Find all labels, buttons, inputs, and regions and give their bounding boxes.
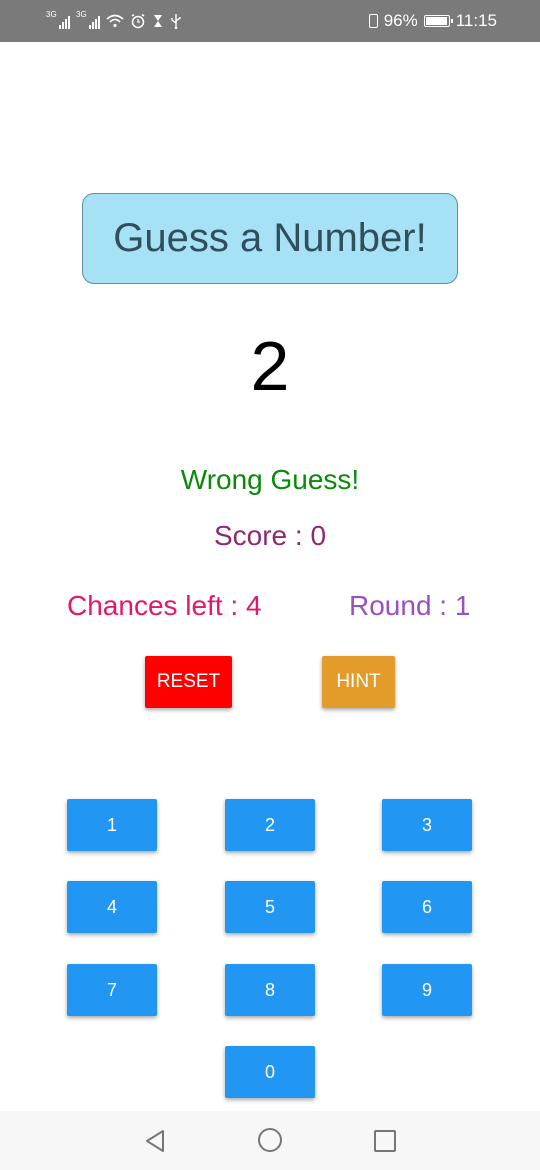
clock: 11:15 (455, 11, 497, 30)
key-2-button[interactable]: 2 (225, 799, 315, 851)
page-title: Guess a Number! (113, 216, 427, 260)
status-left: 3G 3G (46, 0, 182, 42)
key-4-button[interactable]: 4 (67, 881, 157, 933)
key-9-button[interactable]: 9 (382, 964, 472, 1016)
battery-percent: 96% (383, 11, 418, 30)
title-card: Guess a Number! (82, 193, 458, 284)
key-3-button[interactable]: 3 (382, 799, 472, 851)
key-6-button[interactable]: 6 (382, 881, 472, 933)
recent-apps-icon[interactable] (374, 1130, 396, 1152)
wifi-icon (106, 14, 124, 28)
status-bar: 3G 3G 96% 11:15 (0, 0, 540, 42)
key-5-button[interactable]: 5 (225, 881, 315, 933)
status-right: 96% 11:15 (368, 0, 497, 42)
signal-icon: 3G (76, 10, 100, 29)
battery-icon (423, 15, 453, 27)
feedback-message: Wrong Guess! (180, 464, 360, 495)
chances-left-label: Chances left : 4 (67, 590, 262, 621)
hint-button[interactable]: HINT (322, 656, 395, 708)
key-0-button[interactable]: 0 (225, 1046, 315, 1098)
navigation-bar (0, 1111, 540, 1170)
back-icon[interactable] (144, 1129, 166, 1153)
current-guess-display: 2 (250, 327, 290, 405)
signal-label: 3G (46, 10, 57, 19)
key-8-button[interactable]: 8 (225, 964, 315, 1016)
home-icon[interactable] (258, 1128, 282, 1152)
key-1-button[interactable]: 1 (67, 799, 157, 851)
vibrate-icon (368, 14, 378, 28)
usb-icon (171, 14, 181, 29)
signal-label: 3G (76, 10, 87, 19)
key-7-button[interactable]: 7 (67, 964, 157, 1016)
round-label: Round : 1 (349, 590, 471, 621)
battery-fill (425, 17, 447, 25)
signal-icon: 3G (46, 10, 70, 29)
reset-button[interactable]: RESET (145, 656, 232, 708)
score-label: Score : 0 (213, 520, 327, 551)
hourglass-icon (154, 15, 162, 27)
alarm-icon (131, 13, 145, 29)
